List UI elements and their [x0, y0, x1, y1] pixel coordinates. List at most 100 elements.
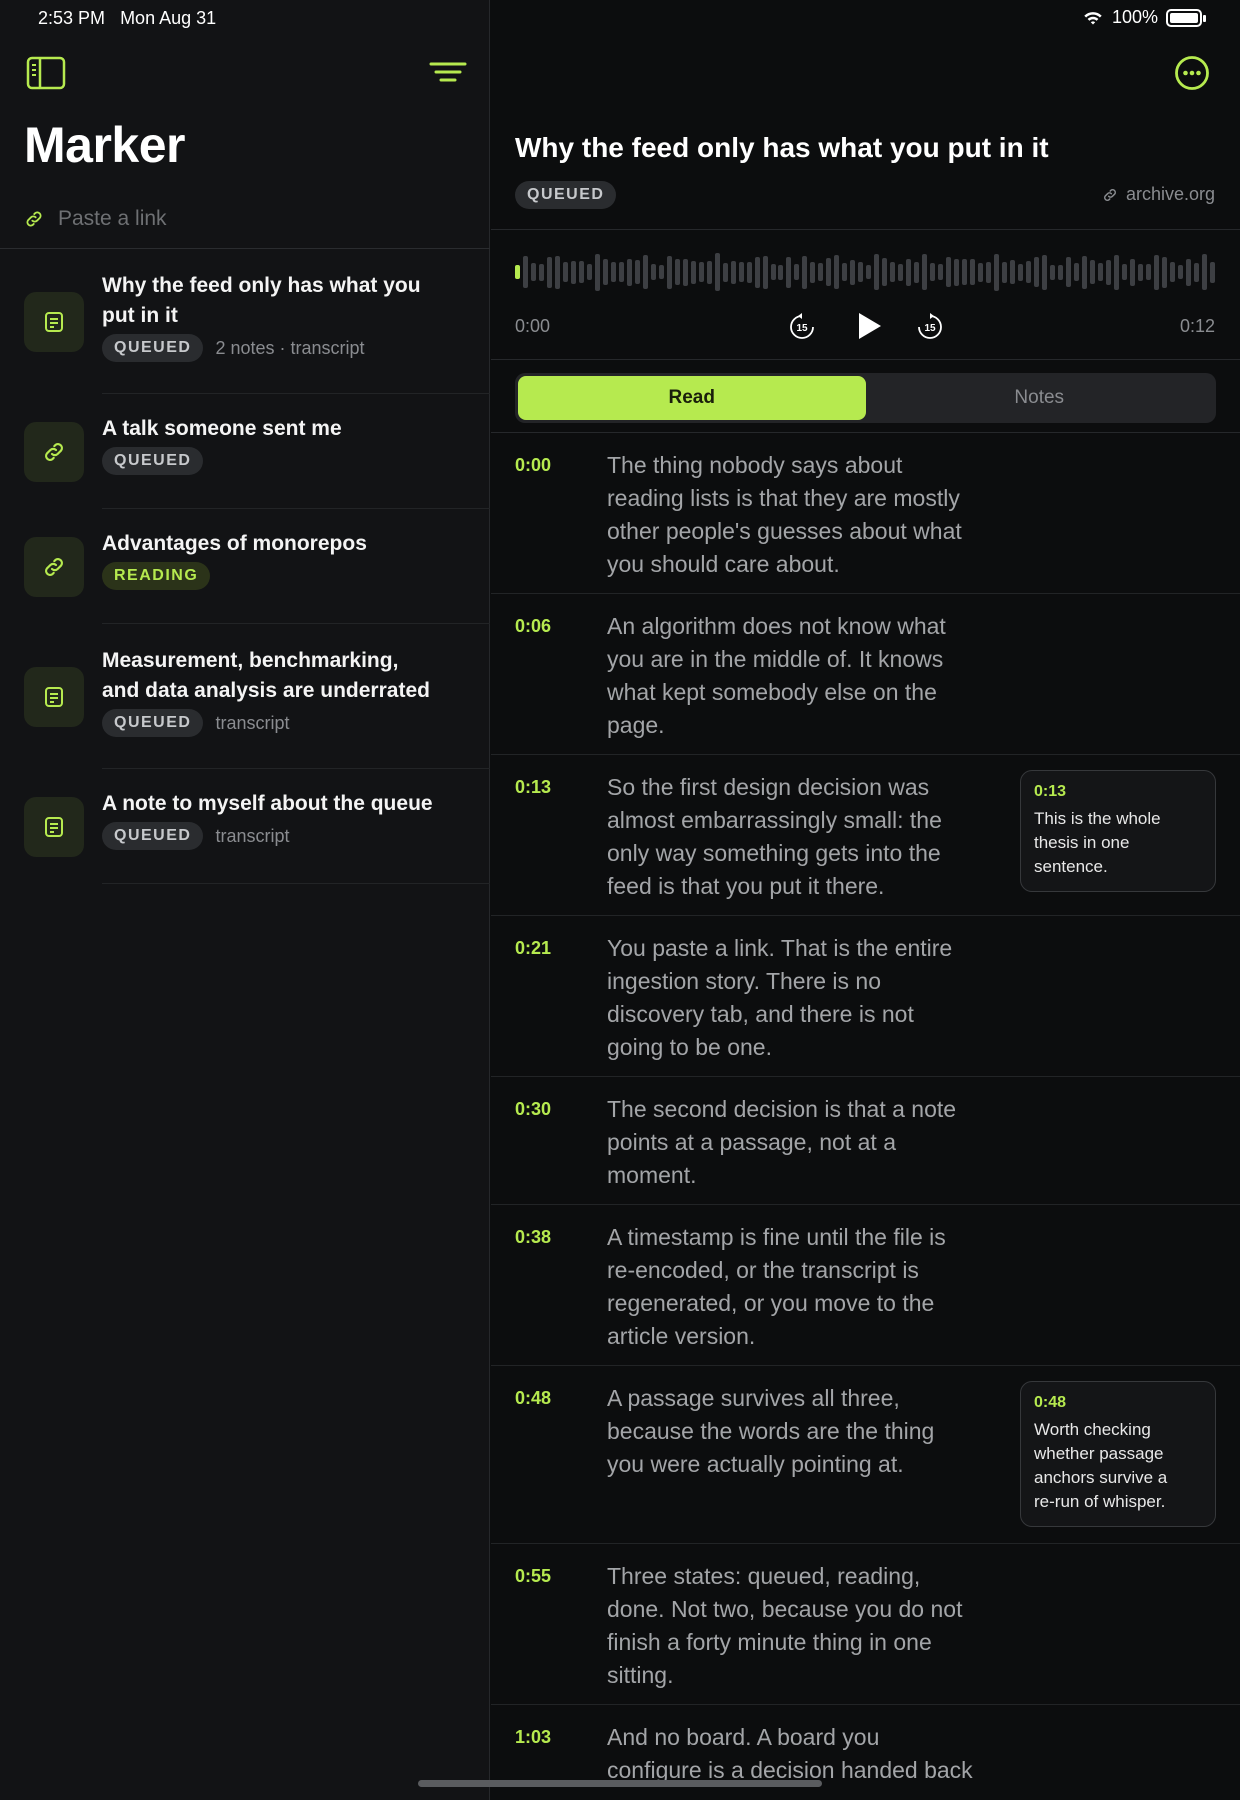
segment-time[interactable]: 0:55 — [515, 1560, 607, 1690]
waveform-bar — [554, 255, 560, 289]
item-title: Measurement, benchmarking, and data anal… — [102, 646, 490, 706]
waveform-bar — [914, 261, 920, 283]
paste-link-input[interactable] — [58, 207, 438, 231]
list-item[interactable]: A note to myself about the queue QUEUED … — [0, 769, 490, 884]
skip-forward-icon[interactable]: 15 — [915, 312, 945, 342]
skip-back-icon[interactable]: 15 — [787, 312, 817, 342]
waveform-bar — [1105, 259, 1111, 285]
item-meta-text: transcript — [215, 712, 290, 733]
waveform-bar — [778, 264, 784, 280]
duration-time: 0:12 — [1179, 316, 1215, 336]
segment-line: ingestion story. There is no — [607, 968, 882, 994]
waveform-bar — [1121, 264, 1127, 280]
transcript-row[interactable]: 0:06 An algorithm does not know what you… — [491, 594, 1240, 755]
note-card[interactable]: 0:13 This is the whole thesis in one sen… — [1020, 770, 1216, 892]
list-item[interactable]: Why the feed only has what you put in it… — [0, 249, 490, 394]
segment-line: points at a passage, not at a — [607, 1129, 896, 1155]
segment-line: discovery tab, and there is not — [607, 1001, 914, 1027]
waveform-bar — [1041, 254, 1047, 290]
transcript-row[interactable]: 0:48 A passage survives all three, becau… — [491, 1366, 1240, 1544]
source-link[interactable]: archive.org — [1102, 184, 1215, 205]
segment-line: You paste a link. That is the entire — [607, 935, 953, 961]
tab-read[interactable]: Read — [518, 376, 866, 420]
transcript: 0:00 The thing nobody says about reading… — [491, 433, 1240, 1800]
waveform-bar — [1097, 263, 1103, 281]
divider — [491, 359, 1240, 360]
waveform-bar — [594, 253, 600, 291]
status-badge: QUEUED — [102, 334, 204, 362]
waveform-bar — [690, 260, 696, 284]
transcript-row[interactable]: 0:00 The thing nobody says about reading… — [491, 433, 1240, 594]
waveform-bar — [850, 259, 856, 285]
clock-date: Mon Aug 31 — [120, 8, 217, 28]
segment-time[interactable]: 0:13 — [515, 771, 607, 901]
item-title-line: Measurement, benchmarking, — [102, 649, 399, 672]
paste-link-row[interactable] — [24, 204, 464, 234]
segment-text: The second decision is that a note point… — [607, 1093, 1017, 1190]
waveform-bar — [954, 258, 960, 286]
item-body: A talk someone sent me QUEUED — [102, 394, 490, 509]
transcript-row[interactable]: 0:13 So the first design decision was al… — [491, 755, 1240, 916]
segment-line: finish a forty minute thing in one — [607, 1629, 932, 1655]
waveform-scrubber[interactable] — [515, 248, 1215, 296]
waveform-bar — [1177, 265, 1183, 279]
segment-line: going to be one. — [607, 1034, 772, 1060]
transcript-row[interactable]: 0:55 Three states: queued, reading, done… — [491, 1544, 1240, 1705]
waveform-bar — [874, 254, 880, 290]
note-line: This is the whole — [1034, 809, 1161, 828]
segment-time[interactable]: 0:21 — [515, 932, 607, 1062]
waveform-bar — [834, 255, 840, 289]
home-indicator[interactable] — [418, 1780, 822, 1787]
sidebar: Marker Why the feed only has what you pu… — [0, 0, 490, 1800]
item-title: Advantages of monorepos — [102, 532, 367, 555]
waveform-bar — [610, 262, 616, 282]
segment-text: So the first design decision was almost … — [607, 771, 1017, 901]
item-meta-text: transcript — [215, 825, 290, 846]
waveform-bar — [1065, 257, 1071, 287]
waveform-bar — [674, 259, 680, 285]
segment-time[interactable]: 1:03 — [515, 1721, 607, 1800]
segment-line: moment. — [607, 1162, 697, 1188]
waveform-bar — [986, 261, 992, 283]
segment-line: Three states: queued, reading, — [607, 1563, 921, 1589]
sidebar-toggle-icon[interactable] — [26, 56, 66, 90]
tab-notes[interactable]: Notes — [866, 376, 1214, 420]
waveform-bar — [618, 262, 624, 282]
list-item[interactable]: Measurement, benchmarking, and data anal… — [0, 624, 490, 769]
skip-forward-label: 15 — [924, 323, 936, 334]
segment-time[interactable]: 0:06 — [515, 610, 607, 740]
segment-line: reading lists is that they are mostly — [607, 485, 960, 511]
waveform-bar — [1018, 263, 1024, 281]
more-options-icon[interactable] — [1174, 55, 1210, 91]
status-badge: QUEUED — [102, 447, 204, 475]
segment-time[interactable]: 0:30 — [515, 1093, 607, 1190]
item-meta-text: 2 notes · transcript — [215, 337, 365, 358]
list-item[interactable]: A talk someone sent me QUEUED — [0, 394, 490, 509]
transcript-row[interactable]: 0:38 A timestamp is fine until the file … — [491, 1205, 1240, 1366]
read-notes-toggle: Read Notes — [515, 373, 1216, 423]
waveform-bar — [530, 263, 536, 281]
segment-line: The second decision is that a note — [607, 1096, 957, 1122]
waveform-bar — [1153, 254, 1159, 290]
note-card[interactable]: 0:48 Worth checking whether passage anch… — [1020, 1381, 1216, 1527]
list-item[interactable]: Advantages of monorepos READING — [0, 509, 490, 624]
item-meta: QUEUED transcript — [102, 709, 490, 737]
waveform-bar — [866, 265, 872, 279]
segment-line: only way something gets into the — [607, 840, 941, 866]
transcript-row[interactable]: 0:21 You paste a link. That is the entir… — [491, 916, 1240, 1077]
link-icon — [24, 422, 84, 482]
segment-line: regenerated, or you move to the — [607, 1290, 935, 1316]
play-icon[interactable] — [851, 309, 885, 343]
segment-time[interactable]: 0:00 — [515, 449, 607, 579]
filter-icon[interactable] — [428, 58, 468, 88]
item-title: Why the feed only has what you put in it — [102, 271, 490, 331]
item-body: Measurement, benchmarking, and data anal… — [102, 624, 490, 769]
waveform-bar — [890, 262, 896, 282]
waveform-bar — [786, 256, 792, 288]
item-title: A talk someone sent me — [102, 417, 342, 440]
transcript-row[interactable]: 0:30 The second decision is that a note … — [491, 1077, 1240, 1205]
waveform-bar — [1089, 260, 1095, 284]
segment-time[interactable]: 0:38 — [515, 1221, 607, 1351]
item-meta: QUEUED 2 notes · transcript — [102, 334, 490, 362]
segment-time[interactable]: 0:48 — [515, 1382, 607, 1529]
